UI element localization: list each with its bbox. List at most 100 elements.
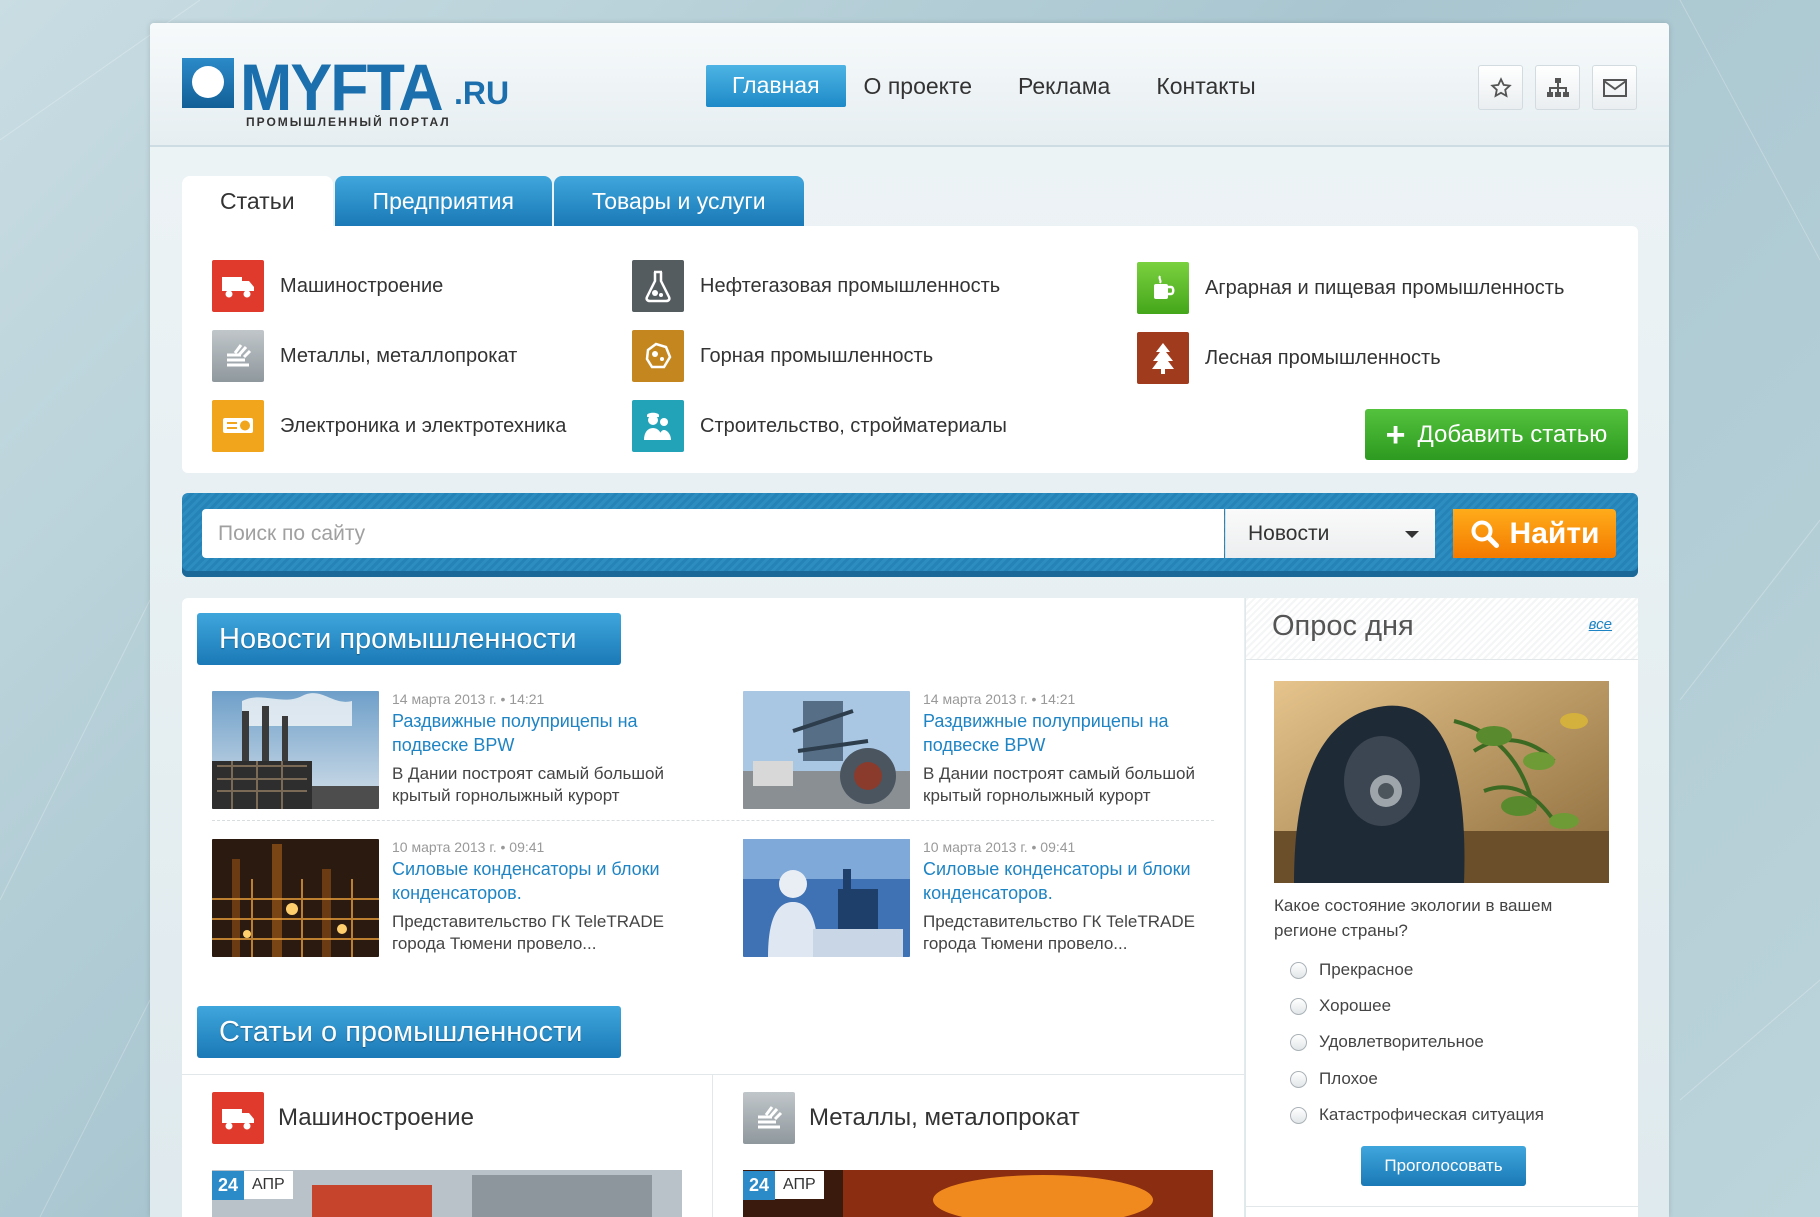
news-thumbnail[interactable] bbox=[743, 691, 910, 809]
add-article-label: Добавить статью bbox=[1417, 420, 1608, 448]
category-machinery[interactable]: Машиностроение bbox=[212, 260, 443, 312]
category-forestry[interactable]: Лесная промышленность bbox=[1137, 332, 1441, 384]
search-scope-select[interactable]: Новости bbox=[1225, 509, 1435, 558]
poll-question: Какое состояние экологии в вашем регионе… bbox=[1274, 896, 1553, 940]
main-content: Новости промышленности 14 марта 2013 г. … bbox=[182, 598, 1244, 1217]
news-excerpt: Представительство ГК TeleTRADE города Тю… bbox=[392, 912, 664, 953]
site-logo[interactable]: MYFTA .RU ПРОМЫШЛЕННЫЙ ПОРТАЛ bbox=[182, 50, 509, 133]
search-button[interactable]: Найти bbox=[1453, 509, 1616, 558]
category-agro-food[interactable]: Аграрная и пищевая промышленность bbox=[1137, 262, 1564, 314]
main-nav: Главная О проекте Реклама Контакты bbox=[706, 65, 1302, 107]
sitemap-icon[interactable] bbox=[1535, 65, 1580, 110]
radio-button[interactable] bbox=[1290, 997, 1307, 1015]
news-date: 10 марта 2013 г. • 09:41 bbox=[923, 839, 1076, 855]
builders-icon bbox=[632, 400, 684, 452]
category-electronics[interactable]: Электроника и электротехника bbox=[212, 400, 566, 452]
news-item[interactable]: 14 марта 2013 г. • 14:21 Раздвижные полу… bbox=[212, 691, 692, 809]
article-day: 24 bbox=[743, 1170, 776, 1200]
category-label: Нефтегазовая промышленность bbox=[700, 274, 1001, 297]
article-date-badge: 24 АПР bbox=[743, 1170, 824, 1200]
content-tabs: Статьи Предприятия Товары и услуги bbox=[182, 176, 806, 226]
tree-icon bbox=[1137, 332, 1189, 384]
articles-column: Металлы, металопрокат 24 АПР bbox=[713, 1074, 1243, 1217]
news-item[interactable]: 14 марта 2013 г. • 14:21 Раздвижные полу… bbox=[743, 691, 1223, 809]
add-article-button[interactable]: + Добавить статью bbox=[1365, 409, 1628, 460]
articles-column: Машиностроение 24 АПР bbox=[182, 1074, 712, 1217]
poll-option[interactable]: Хорошее bbox=[1290, 996, 1391, 1016]
search-bar: Новости Найти bbox=[182, 493, 1638, 577]
metal-icon bbox=[212, 330, 264, 382]
poll-all-link[interactable]: все bbox=[1589, 616, 1612, 633]
search-icon bbox=[1471, 520, 1499, 548]
tab-articles[interactable]: Статьи bbox=[182, 176, 333, 226]
radio-button[interactable] bbox=[1290, 1070, 1307, 1088]
category-label: Металлы, металлопрокат bbox=[280, 344, 518, 367]
tab-goods-services[interactable]: Товары и услуги bbox=[553, 176, 804, 226]
poll-option[interactable]: Удовлетворительное bbox=[1290, 1032, 1484, 1052]
star-icon[interactable] bbox=[1478, 65, 1523, 110]
category-label: Аграрная и пищевая промышленность bbox=[1205, 276, 1565, 299]
news-thumbnail[interactable] bbox=[212, 839, 379, 957]
poll-image bbox=[1274, 681, 1609, 883]
category-construction[interactable]: Строительство, стройматериалы bbox=[632, 400, 1007, 452]
nav-item-ads[interactable]: Реклама bbox=[1018, 73, 1110, 100]
articles-section-title: Статьи о промышленности bbox=[197, 1006, 621, 1058]
news-excerpt: В Дании построят самый большой крытый го… bbox=[392, 764, 664, 805]
mail-icon[interactable] bbox=[1592, 65, 1637, 110]
news-divider bbox=[212, 820, 1214, 821]
truck-icon bbox=[212, 1092, 264, 1144]
search-input[interactable] bbox=[202, 509, 1224, 558]
poll-sidebar: Опрос дня все Какое состояние экологии в… bbox=[1245, 598, 1638, 1217]
articles-category-header[interactable]: Металлы, металопрокат bbox=[743, 1092, 1080, 1144]
flask-icon bbox=[632, 260, 684, 312]
nav-item-contacts[interactable]: Контакты bbox=[1156, 73, 1255, 100]
category-metals[interactable]: Металлы, металлопрокат bbox=[212, 330, 517, 382]
news-thumbnail[interactable] bbox=[212, 691, 379, 809]
poll-option[interactable]: Плохое bbox=[1290, 1069, 1378, 1089]
cup-icon bbox=[1137, 262, 1189, 314]
poll-option-label: Плохое bbox=[1319, 1069, 1378, 1088]
nav-item-about[interactable]: О проекте bbox=[864, 73, 973, 100]
category-label: Горная промышленность bbox=[700, 344, 934, 367]
news-date: 14 марта 2013 г. • 14:21 bbox=[392, 691, 545, 707]
nav-item-home[interactable]: Главная bbox=[706, 65, 846, 107]
poll-title: Опрос дня bbox=[1272, 610, 1414, 642]
article-day: 24 bbox=[212, 1170, 245, 1200]
news-title-link[interactable]: Силовые конденсаторы и блоки конденсатор… bbox=[923, 857, 1223, 905]
logo-tagline: ПРОМЫШЛЕННЫЙ ПОРТАЛ bbox=[246, 115, 451, 129]
news-item[interactable]: 10 марта 2013 г. • 09:41 Силовые конденс… bbox=[212, 839, 692, 957]
category-label: Машиностроение bbox=[280, 274, 444, 297]
articles-category-title: Машиностроение bbox=[278, 1104, 474, 1131]
article-month: АПР bbox=[244, 1171, 293, 1199]
poll-option[interactable]: Катастрофическая ситуация bbox=[1290, 1105, 1544, 1125]
chevron-down-icon bbox=[1405, 531, 1419, 538]
poll-option-label: Хорошее bbox=[1319, 996, 1392, 1015]
header-icons bbox=[1478, 65, 1637, 110]
poll-option-label: Удовлетворительное bbox=[1319, 1032, 1484, 1051]
poll-option[interactable]: Прекрасное bbox=[1290, 960, 1413, 980]
projector-icon bbox=[212, 400, 264, 452]
categories-panel: Машиностроение Металлы, металлопрокат Эл… bbox=[182, 226, 1638, 473]
news-title-link[interactable]: Силовые конденсаторы и блоки конденсатор… bbox=[392, 857, 692, 905]
category-oil-gas[interactable]: Нефтегазовая промышленность bbox=[632, 260, 1000, 312]
news-title-link[interactable]: Раздвижные полуприцепы на подвеске BPW bbox=[392, 709, 692, 757]
plus-icon: + bbox=[1385, 415, 1406, 454]
radio-button[interactable] bbox=[1290, 1033, 1307, 1051]
news-date: 10 марта 2013 г. • 09:41 bbox=[392, 839, 545, 855]
ore-icon bbox=[632, 330, 684, 382]
news-title-link[interactable]: Раздвижные полуприцепы на подвеске BPW bbox=[923, 709, 1223, 757]
site-header: MYFTA .RU ПРОМЫШЛЕННЫЙ ПОРТАЛ Главная О … bbox=[150, 23, 1669, 147]
vote-button[interactable]: Проголосовать bbox=[1361, 1146, 1526, 1186]
logo-tld: .RU bbox=[454, 75, 510, 111]
articles-category-header[interactable]: Машиностроение bbox=[212, 1092, 474, 1144]
logo-text: MYFTA bbox=[240, 50, 444, 124]
news-thumbnail[interactable] bbox=[743, 839, 910, 957]
poll-footer-divider bbox=[1246, 1206, 1638, 1207]
radio-button[interactable] bbox=[1290, 961, 1307, 979]
category-mining[interactable]: Горная промышленность bbox=[632, 330, 933, 382]
news-item[interactable]: 10 марта 2013 г. • 09:41 Силовые конденс… bbox=[743, 839, 1223, 957]
radio-button[interactable] bbox=[1290, 1106, 1307, 1124]
tab-companies[interactable]: Предприятия bbox=[334, 176, 552, 226]
news-excerpt: В Дании построят самый большой крытый го… bbox=[923, 764, 1195, 805]
category-label: Электроника и электротехника bbox=[280, 414, 567, 437]
